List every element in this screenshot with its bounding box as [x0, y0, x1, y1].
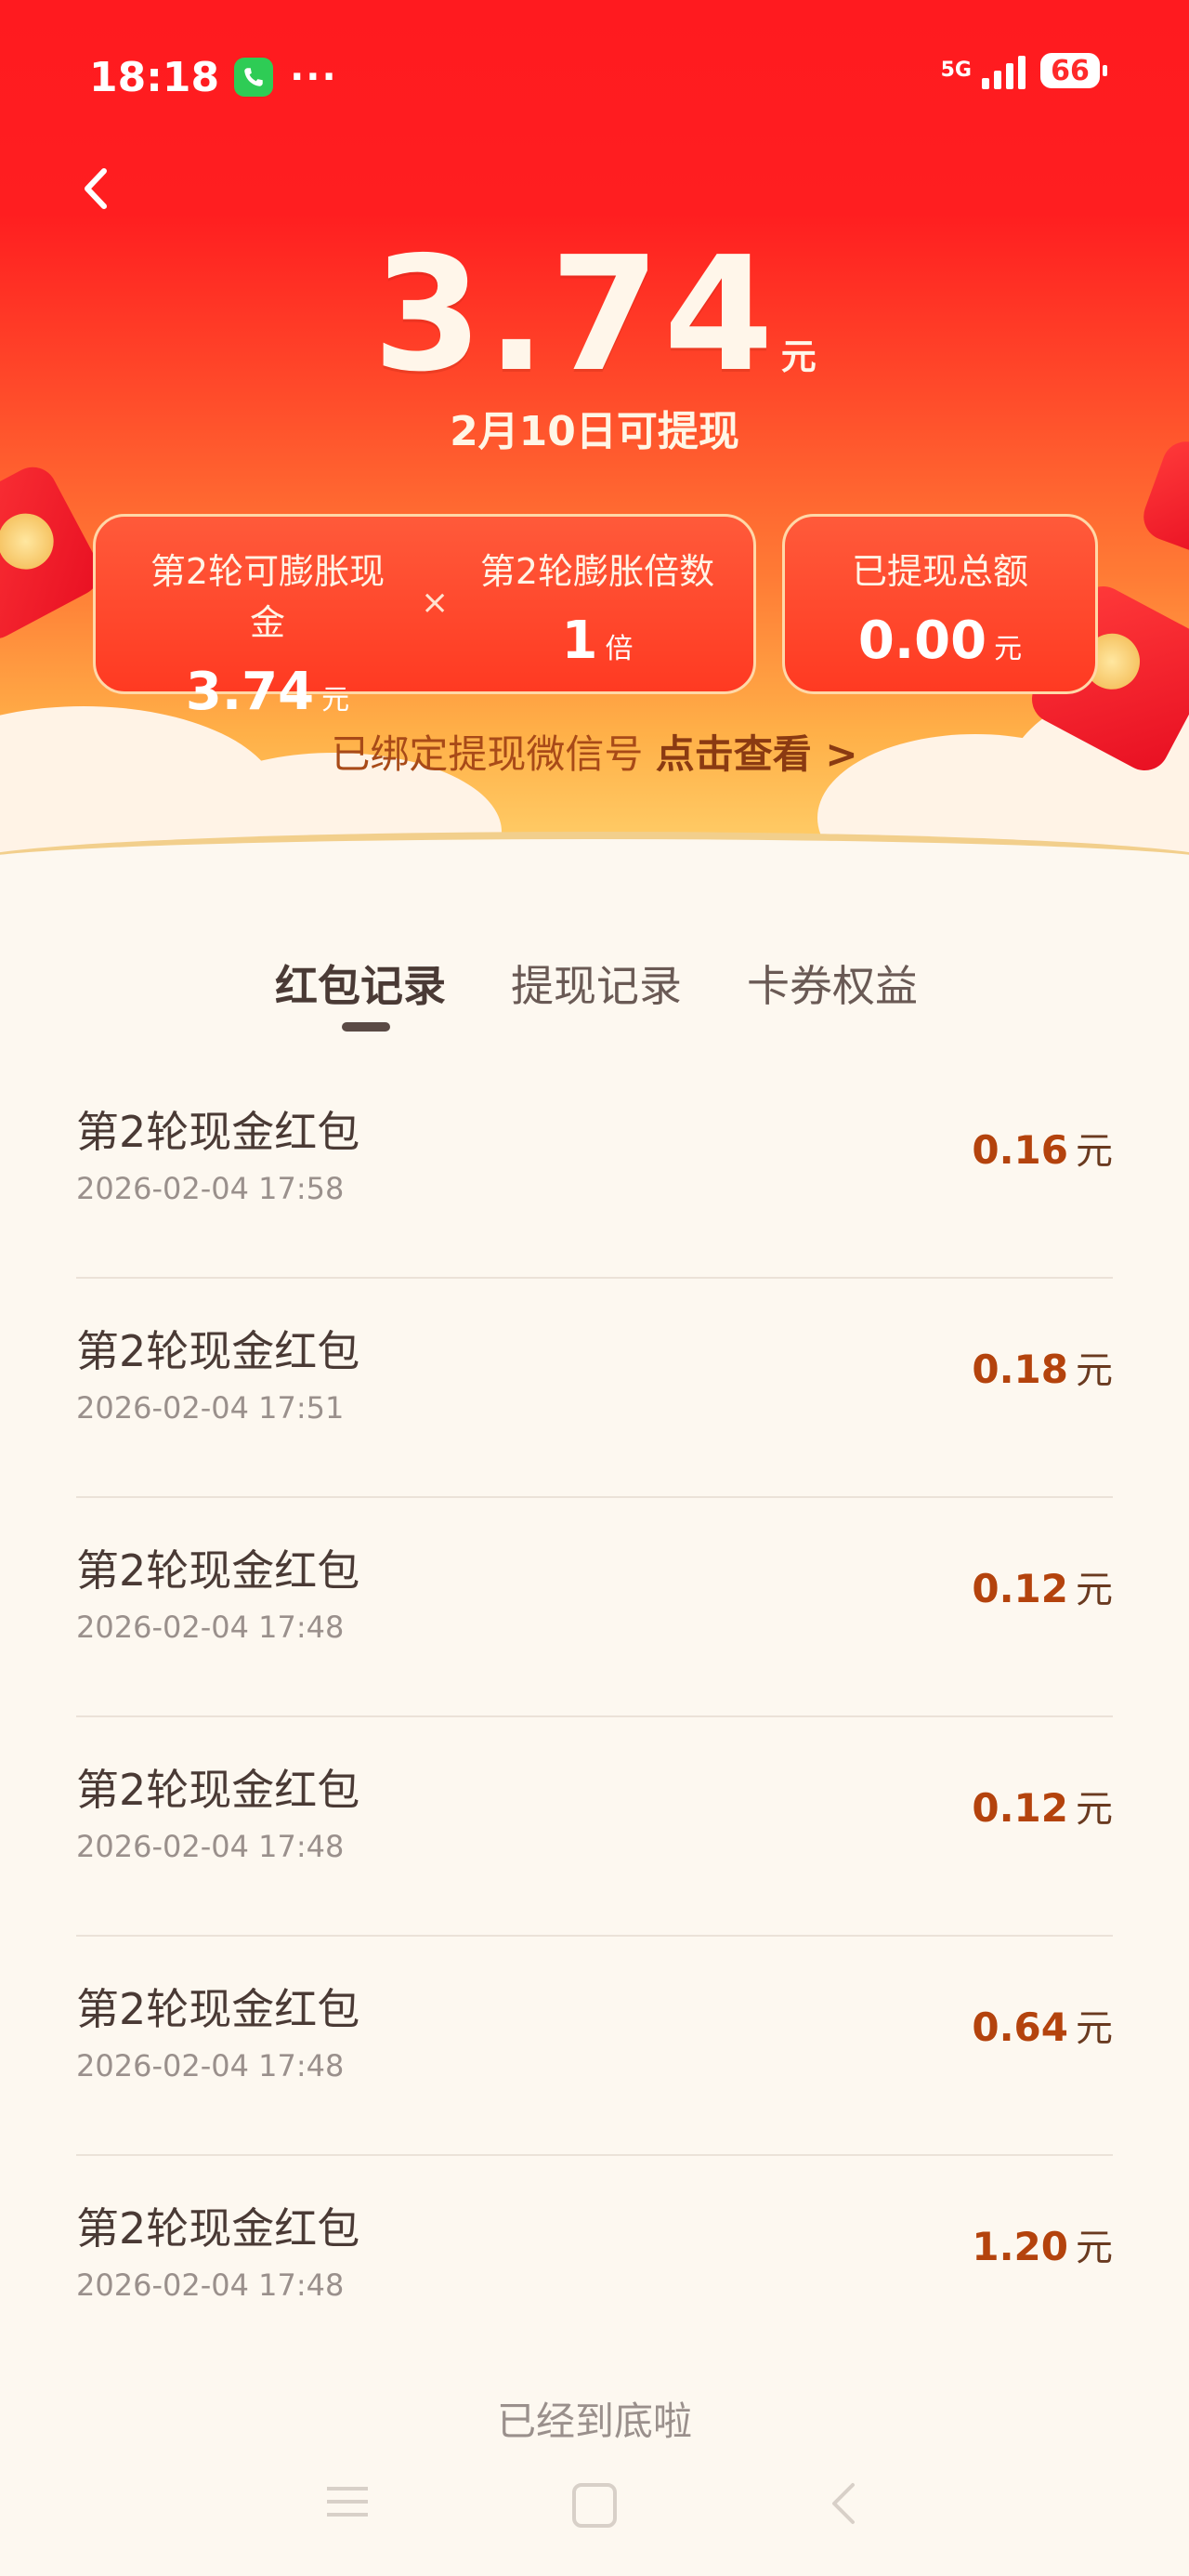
list-item: 第2轮现金红包 2026-02-04 17:48 0.64 元 — [76, 1937, 1113, 2156]
bind-wechat-text: 已绑定提现微信号 — [331, 731, 644, 777]
record-amount-unit: 元 — [1076, 1349, 1113, 1392]
record-time: 2026-02-04 17:48 — [76, 2267, 345, 2303]
cash-value: 3.74 — [185, 662, 315, 722]
withdraw-date: 2月10日可提现 — [450, 408, 739, 455]
red-packet-decoration — [0, 458, 109, 648]
active-tab-indicator — [342, 1022, 390, 1032]
list-item: 第2轮现金红包 2026-02-04 17:51 0.18 元 — [76, 1279, 1113, 1498]
record-amount: 0.12 元 — [972, 1559, 1113, 1613]
multiplier-metric: 第2轮膨胀倍数 1倍 — [472, 543, 723, 671]
record-time: 2026-02-04 17:58 — [76, 1171, 345, 1206]
status-time: 18:18 — [89, 53, 220, 101]
record-time: 2026-02-04 17:48 — [76, 2048, 345, 2083]
record-amount: 0.16 元 — [972, 1121, 1113, 1175]
record-title: 第2轮现金红包 — [76, 1107, 360, 1157]
record-amount: 0.12 元 — [972, 1779, 1113, 1833]
bind-wechat-row: 已绑定提现微信号 点击查看 > — [0, 723, 1189, 780]
view-bind-link[interactable]: 点击查看 > — [656, 731, 858, 777]
multiply-sign: × — [421, 584, 450, 622]
record-time: 2026-02-04 17:51 — [76, 1390, 345, 1426]
tab-withdraw-records[interactable]: 提现记录 — [511, 953, 682, 1014]
nav-back-icon[interactable] — [825, 2477, 862, 2530]
record-amount: 0.18 元 — [972, 1340, 1113, 1394]
status-bar-right: 5G 66 — [940, 52, 1107, 89]
record-amount-unit: 元 — [1076, 1130, 1113, 1173]
end-of-list-text: 已经到底啦 — [496, 2399, 692, 2444]
multiplier-label: 第2轮膨胀倍数 — [479, 551, 715, 592]
phone-icon — [234, 58, 274, 97]
back-button[interactable] — [76, 165, 117, 212]
tab-coupon-benefits[interactable]: 卡券权益 — [747, 953, 918, 1014]
multiplier-unit: 倍 — [605, 633, 634, 665]
network-type: 5G — [940, 59, 972, 82]
record-amount-unit: 元 — [1076, 2227, 1113, 2269]
battery-icon: 66 — [1040, 53, 1107, 88]
cash-unit: 元 — [321, 684, 350, 716]
withdrawn-unit: 元 — [994, 633, 1023, 665]
record-time: 2026-02-04 17:48 — [76, 1610, 345, 1645]
record-amount: 0.64 元 — [972, 1998, 1113, 2052]
signal-icon — [977, 52, 1026, 89]
record-title: 第2轮现金红包 — [76, 1765, 360, 1815]
record-title: 第2轮现金红包 — [76, 2203, 360, 2254]
balance-unit: 元 — [780, 336, 817, 377]
record-amount-value: 1.20 — [972, 2224, 1068, 2269]
more-dots: ··· — [290, 56, 338, 99]
record-amount-unit: 元 — [1076, 1569, 1113, 1611]
record-time: 2026-02-04 17:48 — [76, 1829, 345, 1864]
menu-icon[interactable] — [327, 2477, 368, 2526]
red-packet-record-list: 第2轮现金红包 2026-02-04 17:58 0.16 元 第2轮现金红包 2… — [76, 1059, 1113, 2373]
system-nav-bar — [0, 2477, 1189, 2533]
record-amount-value: 0.12 — [972, 1566, 1068, 1611]
record-title: 第2轮现金红包 — [76, 1326, 360, 1376]
withdrawn-label: 已提现总额 — [851, 551, 1028, 592]
record-amount-unit: 元 — [1076, 2007, 1113, 2050]
cash-label: 第2轮可膨胀现金 — [150, 551, 385, 643]
record-tabs: 红包记录 提现记录 卡券权益 — [0, 953, 1189, 1036]
list-item: 第2轮现金红包 2026-02-04 17:48 0.12 元 — [76, 1717, 1113, 1937]
multiplier-value: 1 — [561, 611, 598, 671]
record-amount-unit: 元 — [1076, 1788, 1113, 1831]
status-bar-left: 18:18 ··· — [89, 53, 338, 101]
chevron-left-icon — [85, 168, 107, 209]
record-title: 第2轮现金红包 — [76, 1545, 360, 1596]
list-item: 第2轮现金红包 2026-02-04 17:58 0.16 元 — [76, 1059, 1113, 1279]
list-item: 第2轮现金红包 2026-02-04 17:48 0.12 元 — [76, 1498, 1113, 1717]
tab-red-packet-records[interactable]: 红包记录 — [275, 953, 446, 1014]
list-item: 第2轮现金红包 2026-02-04 17:48 1.20 元 — [76, 2156, 1113, 2373]
balance-amount: 3.74 元 — [0, 223, 1189, 407]
withdrawn-metric: 已提现总额 0.00 元 — [785, 543, 1095, 671]
withdrawn-card: 已提现总额 0.00 元 — [782, 514, 1098, 694]
record-amount: 1.20 元 — [972, 2217, 1113, 2271]
hero-bottom-band — [0, 832, 1189, 878]
withdrawn-value: 0.00 — [857, 611, 987, 671]
record-title: 第2轮现金红包 — [76, 1984, 360, 2034]
record-amount-value: 0.12 — [972, 1785, 1068, 1831]
balance-value: 3.74 — [372, 223, 777, 407]
record-amount-value: 0.18 — [972, 1347, 1068, 1392]
record-amount-value: 0.16 — [972, 1127, 1068, 1173]
home-icon[interactable] — [572, 2483, 617, 2528]
expansion-card: 第2轮可膨胀现金 3.74 元 × 第2轮膨胀倍数 1倍 — [93, 514, 756, 722]
record-amount-value: 0.64 — [972, 2004, 1068, 2050]
cash-metric: 第2轮可膨胀现金 3.74 元 — [133, 543, 402, 722]
